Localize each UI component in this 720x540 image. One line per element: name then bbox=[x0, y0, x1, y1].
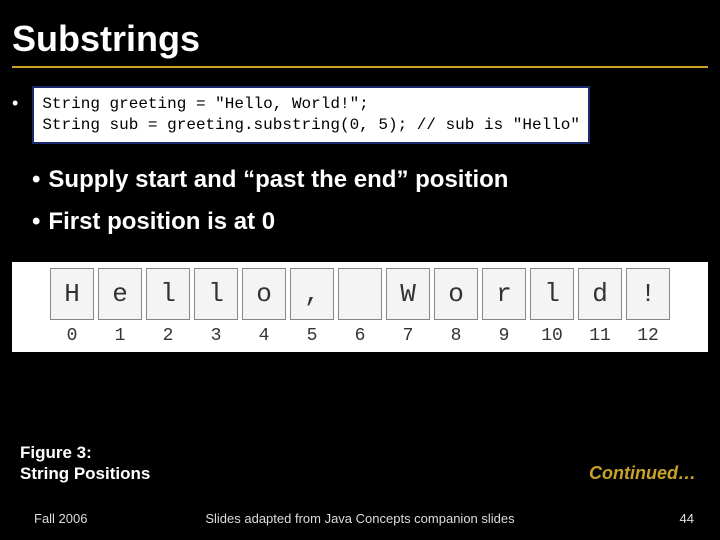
char-cell: l bbox=[146, 268, 190, 320]
index-cell: 7 bbox=[386, 326, 430, 346]
char-cell: o bbox=[242, 268, 286, 320]
index-cell: 2 bbox=[146, 326, 190, 346]
index-cell: 12 bbox=[626, 326, 670, 346]
char-cell: ! bbox=[626, 268, 670, 320]
bullet-dot: • bbox=[12, 94, 18, 112]
string-positions-diagram: H e l l o , W o r l d ! 0 1 2 3 4 5 6 7 … bbox=[12, 262, 708, 352]
code-box: String greeting = "Hello, World!"; Strin… bbox=[32, 86, 590, 144]
continued-label: Continued… bbox=[589, 463, 696, 484]
index-cell: 3 bbox=[194, 326, 238, 346]
index-cell: 1 bbox=[98, 326, 142, 346]
code-line-2: String sub = greeting.substring(0, 5); /… bbox=[42, 116, 580, 134]
bullet-1-text: Supply start and “past the end” position bbox=[48, 166, 508, 193]
index-cell: 6 bbox=[338, 326, 382, 346]
footer-center: Slides adapted from Java Concepts compan… bbox=[0, 511, 720, 526]
slide-title: Substrings bbox=[12, 18, 708, 60]
slide-footer: Fall 2006 Slides adapted from Java Conce… bbox=[0, 511, 720, 526]
char-cell: , bbox=[290, 268, 334, 320]
index-cell: 8 bbox=[434, 326, 478, 346]
index-row: 0 1 2 3 4 5 6 7 8 9 10 11 12 bbox=[50, 326, 670, 346]
code-line-1: String greeting = "Hello, World!"; bbox=[42, 95, 368, 113]
index-cell: 5 bbox=[290, 326, 334, 346]
char-cell: H bbox=[50, 268, 94, 320]
char-row: H e l l o , W o r l d ! bbox=[50, 268, 670, 320]
index-cell: 4 bbox=[242, 326, 286, 346]
title-divider bbox=[12, 66, 708, 68]
figure-caption: Figure 3: String Positions bbox=[20, 442, 150, 485]
index-cell: 11 bbox=[578, 326, 622, 346]
index-cell: 10 bbox=[530, 326, 574, 346]
index-cell: 9 bbox=[482, 326, 526, 346]
bullet-2-text: First position is at 0 bbox=[48, 208, 275, 235]
char-cell: l bbox=[194, 268, 238, 320]
bullet-2: •First position is at 0 bbox=[32, 208, 708, 236]
bullet-1: •Supply start and “past the end” positio… bbox=[32, 166, 708, 194]
slide: Substrings • String greeting = "Hello, W… bbox=[0, 0, 720, 540]
char-cell: e bbox=[98, 268, 142, 320]
figure-caption-line1: Figure 3: bbox=[20, 442, 150, 463]
char-cell: d bbox=[578, 268, 622, 320]
char-cell: l bbox=[530, 268, 574, 320]
char-cell bbox=[338, 268, 382, 320]
figure-caption-line2: String Positions bbox=[20, 463, 150, 484]
char-cell: W bbox=[386, 268, 430, 320]
char-cell: r bbox=[482, 268, 526, 320]
char-cell: o bbox=[434, 268, 478, 320]
code-bullet-row: • String greeting = "Hello, World!"; Str… bbox=[12, 86, 708, 144]
index-cell: 0 bbox=[50, 326, 94, 346]
